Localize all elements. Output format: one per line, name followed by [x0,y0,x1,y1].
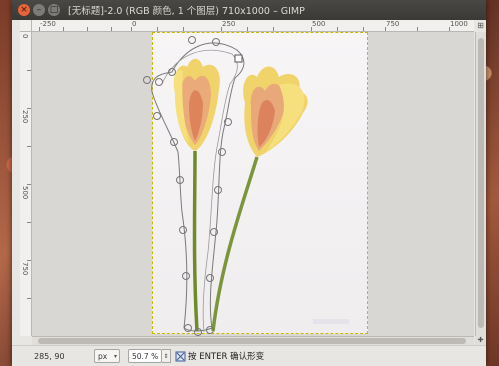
ruler-label: 0 [132,20,137,28]
zoom-input[interactable]: 50.7 % [128,349,162,363]
ruler-label: -250 [40,20,56,28]
horizontal-scroll-thumb[interactable] [38,338,466,344]
path-transform-overlay[interactable] [32,32,474,336]
window-title: [无标题]-2.0 (RGB 颜色, 1 个图层) 710x1000 – GIM… [68,6,305,17]
vertical-scroll-thumb[interactable] [478,38,484,328]
ruler-label: 250 [222,20,236,28]
zoom-value: 50.7 % [132,351,159,361]
vertical-ruler[interactable]: 0 250 500 750 [20,32,32,336]
zoom-image-icon[interactable]: ✚ [475,336,486,345]
horizontal-ruler[interactable]: -250 0 250 500 750 1000 [32,20,474,32]
maximize-window-button[interactable]: □ [48,4,60,16]
gimp-image-window: × – □ [无标题]-2.0 (RGB 颜色, 1 个图层) 710x1000… [12,0,486,366]
ruler-label: 500 [312,20,326,28]
minimize-window-button[interactable]: – [33,4,45,16]
status-bar: 285, 90 px ▾ 50.7 % ⇕ 按 ENTER 确认形变 [12,345,486,366]
ruler-corner [20,20,32,32]
pointer-coordinates: 285, 90 [34,351,65,361]
transform-tool-icon [175,351,186,362]
unit-select[interactable]: px ▾ [94,349,120,363]
vertical-scrollbar[interactable] [475,32,486,336]
chevron-down-icon: ▾ [113,352,117,360]
status-message: 按 ENTER 确认形变 [188,352,265,362]
ruler-label: 750 [386,20,400,28]
close-window-button[interactable]: × [18,4,30,16]
horizontal-scrollbar[interactable] [32,336,474,345]
navigate-icon[interactable]: ⊞ [475,20,486,32]
title-bar: × – □ [无标题]-2.0 (RGB 颜色, 1 个图层) 710x1000… [12,0,486,20]
image-canvas[interactable] [32,32,474,336]
ruler-label: 750 [21,262,29,276]
ruler-label: 1000 [450,20,468,28]
zoom-spin-button[interactable]: ⇕ [162,349,171,363]
ruler-label: 250 [21,110,29,124]
ruler-label: 500 [21,186,29,200]
transform-handle[interactable] [234,54,243,63]
ruler-label: 0 [21,34,29,39]
unit-value: px [98,351,108,361]
